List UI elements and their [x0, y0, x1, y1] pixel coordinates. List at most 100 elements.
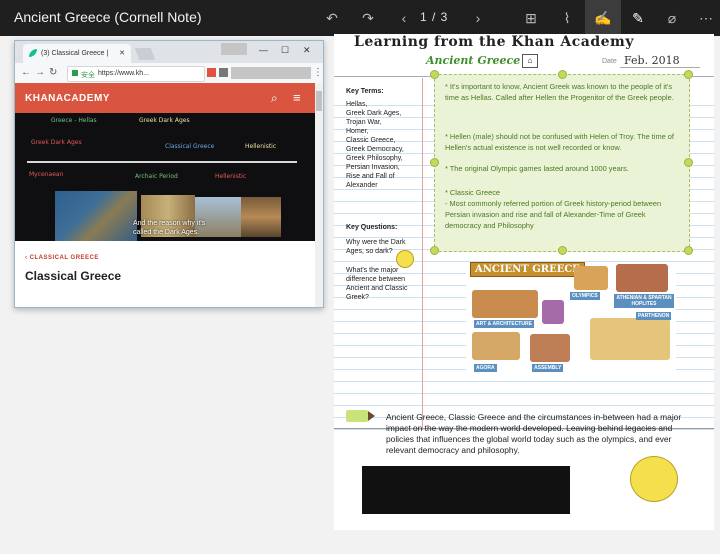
url-input[interactable]: 安全 https://www.kh... [67, 66, 205, 82]
temple-icon: ⌂ [522, 54, 538, 68]
paperclip-icon[interactable]: ⌇ [555, 6, 579, 30]
browser-content: KHANACADEMY ⌕ ≡ Greece - Hellas Greek Da… [15, 83, 315, 307]
resize-handle[interactable] [430, 70, 439, 79]
browser-tab-title: (3) Classical Greece | [41, 50, 109, 57]
scrollbar[interactable] [315, 83, 323, 307]
pen-icon[interactable]: ✎ [626, 6, 650, 30]
parthenon-illustration [590, 318, 670, 360]
art-illustration [472, 290, 538, 318]
extension-icon[interactable] [207, 68, 216, 77]
star-icon[interactable] [219, 68, 228, 77]
redacted-bar [231, 67, 311, 79]
close-window-icon[interactable]: ✕ [303, 45, 311, 56]
collage-label: AGORA [474, 364, 497, 372]
more-icon[interactable]: ⋯ [694, 6, 718, 30]
menu-dots-icon[interactable]: ⋮ [313, 67, 323, 78]
note-item: * Hellen (male) should not be confused w… [445, 132, 674, 152]
reload-icon[interactable]: ↻ [49, 67, 57, 78]
selected-notes-box[interactable]: * It's important to know, Ancient Greek … [434, 74, 690, 252]
secure-label: 安全 [81, 72, 95, 79]
maximize-icon[interactable]: ☐ [281, 45, 289, 56]
collage-label: OLYMPICS [570, 292, 600, 300]
grid-icon[interactable]: ⊞ [519, 6, 543, 30]
assembly-illustration [530, 334, 570, 362]
redacted-bar [221, 43, 247, 55]
browser-window[interactable]: (3) Classical Greece | ✕ — ☐ ✕ ← → ↻ 安全 … [14, 40, 324, 308]
collage-label: ATHENIAN & SPARTAN HOPLITES [614, 294, 674, 308]
agora-illustration [472, 332, 520, 360]
breadcrumb[interactable]: ‹ CLASSICAL GREECE [25, 255, 99, 261]
touch-draw-icon: ✍ [594, 10, 612, 26]
video-caption: And the reason why it's called the Dark … [133, 220, 206, 236]
resize-handle[interactable] [430, 158, 439, 167]
key-questions-label: Key Questions: [346, 224, 398, 231]
collage-title: ANCIENT GREECE [470, 262, 585, 277]
app-toolbar: Ancient Greece (Cornell Note) ↶ ↷ ‹ 1 / … [0, 0, 720, 36]
resize-handle[interactable] [684, 70, 693, 79]
collage-label: ASSEMBLY [532, 364, 564, 372]
resize-handle[interactable] [684, 246, 693, 255]
resize-handle[interactable] [558, 70, 567, 79]
touch-draw-button[interactable]: ✍ [585, 0, 621, 36]
video-annot: Archaic Period [135, 173, 178, 180]
key-terms-list: Hellas, Greek Dark Ages, Trojan War, Hom… [346, 101, 404, 189]
back-icon[interactable]: ← [21, 67, 31, 78]
cue-column-divider [422, 78, 423, 430]
browser-tab[interactable]: (3) Classical Greece | ✕ [23, 44, 131, 63]
resize-handle[interactable] [684, 158, 693, 167]
minimize-icon[interactable]: — [259, 45, 268, 55]
video-label: Classical Greece [165, 143, 215, 150]
chevron-left-icon[interactable]: ‹ [392, 6, 416, 30]
address-bar: ← → ↻ 安全 https://www.kh... ⋮ [15, 63, 323, 84]
hamburger-menu-icon[interactable]: ≡ [293, 90, 301, 105]
video-label: Greek Dark Ages [31, 139, 82, 146]
figure-illustration [542, 300, 564, 324]
note-item: * It's important to know, Ancient Greek … [445, 82, 674, 102]
summary-text: Ancient Greece, Classic Greece and the c… [386, 412, 682, 455]
timeline-line [27, 161, 297, 163]
page-indicator: 1 / 3 [420, 10, 449, 24]
video-map [55, 191, 137, 241]
chevron-right-icon[interactable]: › [466, 6, 490, 30]
note-subtitle: Ancient Greece [426, 54, 521, 67]
video-annot: Hellenistic [215, 173, 247, 180]
ancient-greece-collage[interactable]: ANCIENT GREECE OLYMPICS ATHENIAN & SPART… [466, 262, 676, 380]
browser-tabbar: (3) Classical Greece | ✕ — ☐ ✕ [15, 41, 323, 63]
search-icon[interactable]: ⌕ [271, 91, 278, 106]
video-label: Hellenistic [245, 143, 277, 150]
forward-icon[interactable]: → [35, 67, 45, 78]
date-underline [620, 67, 700, 68]
video-annot: Mycenaean [29, 171, 64, 178]
resize-handle[interactable] [558, 246, 567, 255]
scrollbar-thumb[interactable] [316, 91, 322, 111]
olympics-illustration [574, 266, 608, 290]
close-tab-icon[interactable]: ✕ [119, 49, 125, 57]
url-text: https://www.kh... [98, 70, 149, 77]
collage-label: PARTHENON [636, 312, 672, 320]
note-item: * The original Olympic games lasted arou… [445, 164, 629, 173]
new-tab-button[interactable] [134, 48, 156, 60]
lock-icon [72, 70, 78, 76]
khan-academy-logo[interactable]: KHANACADEMY [25, 93, 110, 104]
date-label: Date [602, 58, 617, 65]
video-player[interactable]: Greece - Hellas Greek Dark Ages Greek Da… [15, 113, 315, 241]
key-question: What's the major difference between Anci… [346, 267, 408, 301]
khan-leaf-icon [29, 49, 37, 57]
redo-icon[interactable]: ↷ [356, 6, 380, 30]
page-title: Classical Greece [25, 269, 122, 283]
pencil-icon [346, 410, 375, 422]
undo-icon[interactable]: ↶ [320, 6, 344, 30]
video-label: Greece - Hellas [51, 117, 97, 124]
resize-handle[interactable] [430, 246, 439, 255]
timeline-screenshot[interactable] [362, 466, 570, 514]
note-page[interactable]: Learning from the Khan Academy Ancient G… [334, 34, 714, 530]
collage-label: ART & ARCHITECTURE [474, 320, 534, 328]
note-title: Learning from the Khan Academy [354, 34, 634, 50]
app-title: Ancient Greece (Cornell Note) [14, 9, 202, 25]
smiley-emoji-icon [630, 456, 678, 502]
date-value: Feb. 2018 [624, 54, 680, 67]
key-terms-label: Key Terms: [346, 88, 384, 95]
eraser-icon[interactable]: ⌀ [660, 6, 684, 30]
video-label: Greek Dark Ages [139, 117, 190, 124]
video-image [241, 197, 281, 237]
